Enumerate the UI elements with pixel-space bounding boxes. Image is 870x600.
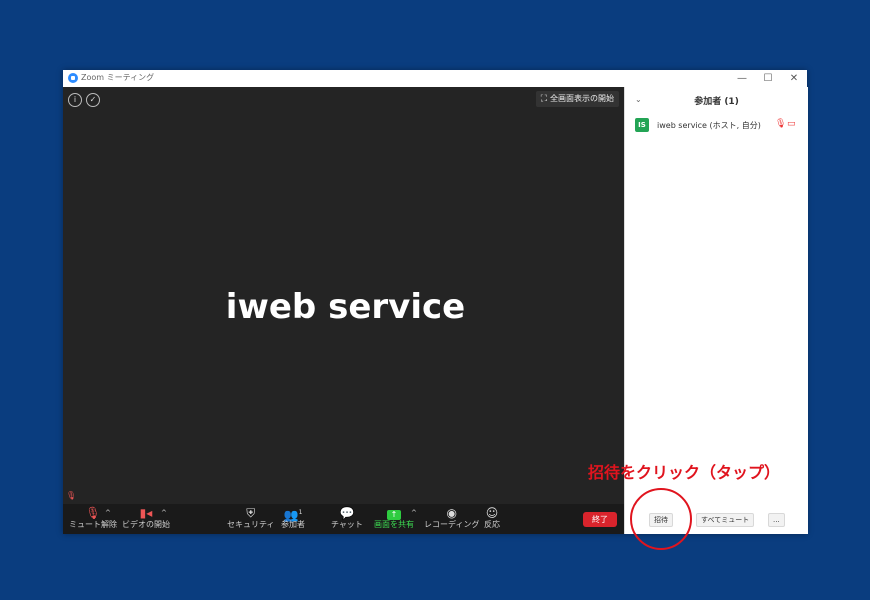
fullscreen-button[interactable]: ⛶ 全画面表示の開始 <box>535 91 619 107</box>
share-options-caret-icon[interactable]: ^ <box>411 509 417 517</box>
fullscreen-icon: ⛶ <box>540 94 547 104</box>
unmute-label: ミュート解除 <box>69 520 117 529</box>
participants-count: 1 <box>298 509 303 516</box>
record-button[interactable]: ◉ レコーディング <box>424 506 479 530</box>
participant-mic-muted-icon: 🎙 <box>775 119 787 129</box>
participants-label: 参加者 <box>281 520 305 529</box>
close-button[interactable]: ✕ <box>781 70 807 87</box>
security-label: セキュリティ <box>227 520 275 529</box>
avatar: IS <box>635 118 649 132</box>
video-area: i ✓ ⛶ 全画面表示の開始 iweb service 🎙 <box>63 87 624 504</box>
fullscreen-label: 全画面表示の開始 <box>550 94 614 103</box>
reactions-label: 反応 <box>484 520 500 529</box>
share-screen-label: 画面を共有 <box>374 520 414 529</box>
invite-instruction-annotation: 招待をクリック（タップ） <box>588 463 781 482</box>
chat-label: チャット <box>331 520 363 529</box>
reactions-button[interactable]: ☺ 反応 <box>484 506 500 530</box>
participant-video-name: iweb service <box>225 287 466 327</box>
participant-name: iweb service (ホスト, 自分) <box>657 121 761 130</box>
participant-row[interactable]: IS iweb service (ホスト, 自分) 🎙 ▭ <box>635 118 805 134</box>
video-options-caret-icon[interactable]: ^ <box>161 509 167 517</box>
audio-options-caret-icon[interactable]: ^ <box>105 509 111 517</box>
chat-button[interactable]: 💬 チャット <box>331 506 363 530</box>
security-shield-icon: ⛨ <box>246 506 256 520</box>
maximize-button[interactable]: ☐ <box>755 70 781 87</box>
highlight-circle <box>630 488 692 550</box>
zoom-logo-icon <box>68 73 78 83</box>
participant-video-off-icon: ▭ <box>787 119 796 129</box>
title-bar: Zoom ミーティング — ☐ ✕ <box>63 70 807 88</box>
meeting-toolbar: 🎙 ミュート解除 ^ ▮◂ ビデオの開始 ^ ⛨ セキュリティ 👥1 参加者 💬… <box>63 504 624 534</box>
more-options-button[interactable]: ... <box>768 513 785 527</box>
security-button[interactable]: ⛨ セキュリティ <box>227 506 275 530</box>
share-screen-button[interactable]: ↑ 画面を共有 <box>374 506 414 530</box>
share-screen-icon: ↑ <box>374 506 414 520</box>
participants-panel-title: 参加者 (1) <box>694 97 739 107</box>
record-label: レコーディング <box>424 520 480 529</box>
record-icon: ◉ <box>446 506 457 520</box>
mute-all-button[interactable]: すべてミュート <box>696 513 755 527</box>
start-video-label: ビデオの開始 <box>122 520 170 529</box>
window-title: Zoom ミーティング <box>81 73 155 82</box>
end-meeting-button[interactable]: 終了 <box>583 512 617 527</box>
participants-button[interactable]: 👥1 参加者 <box>281 506 305 530</box>
minimize-button[interactable]: — <box>729 70 755 87</box>
shield-icon[interactable]: ✓ <box>86 93 100 107</box>
info-icon[interactable]: i <box>68 93 82 107</box>
participants-icon: 👥1 <box>283 508 303 522</box>
reaction-emoji-icon: ☺ <box>485 506 499 520</box>
muted-mic-small-icon: 🎙 <box>66 491 77 500</box>
chat-bubble-icon: 💬 <box>339 506 355 520</box>
